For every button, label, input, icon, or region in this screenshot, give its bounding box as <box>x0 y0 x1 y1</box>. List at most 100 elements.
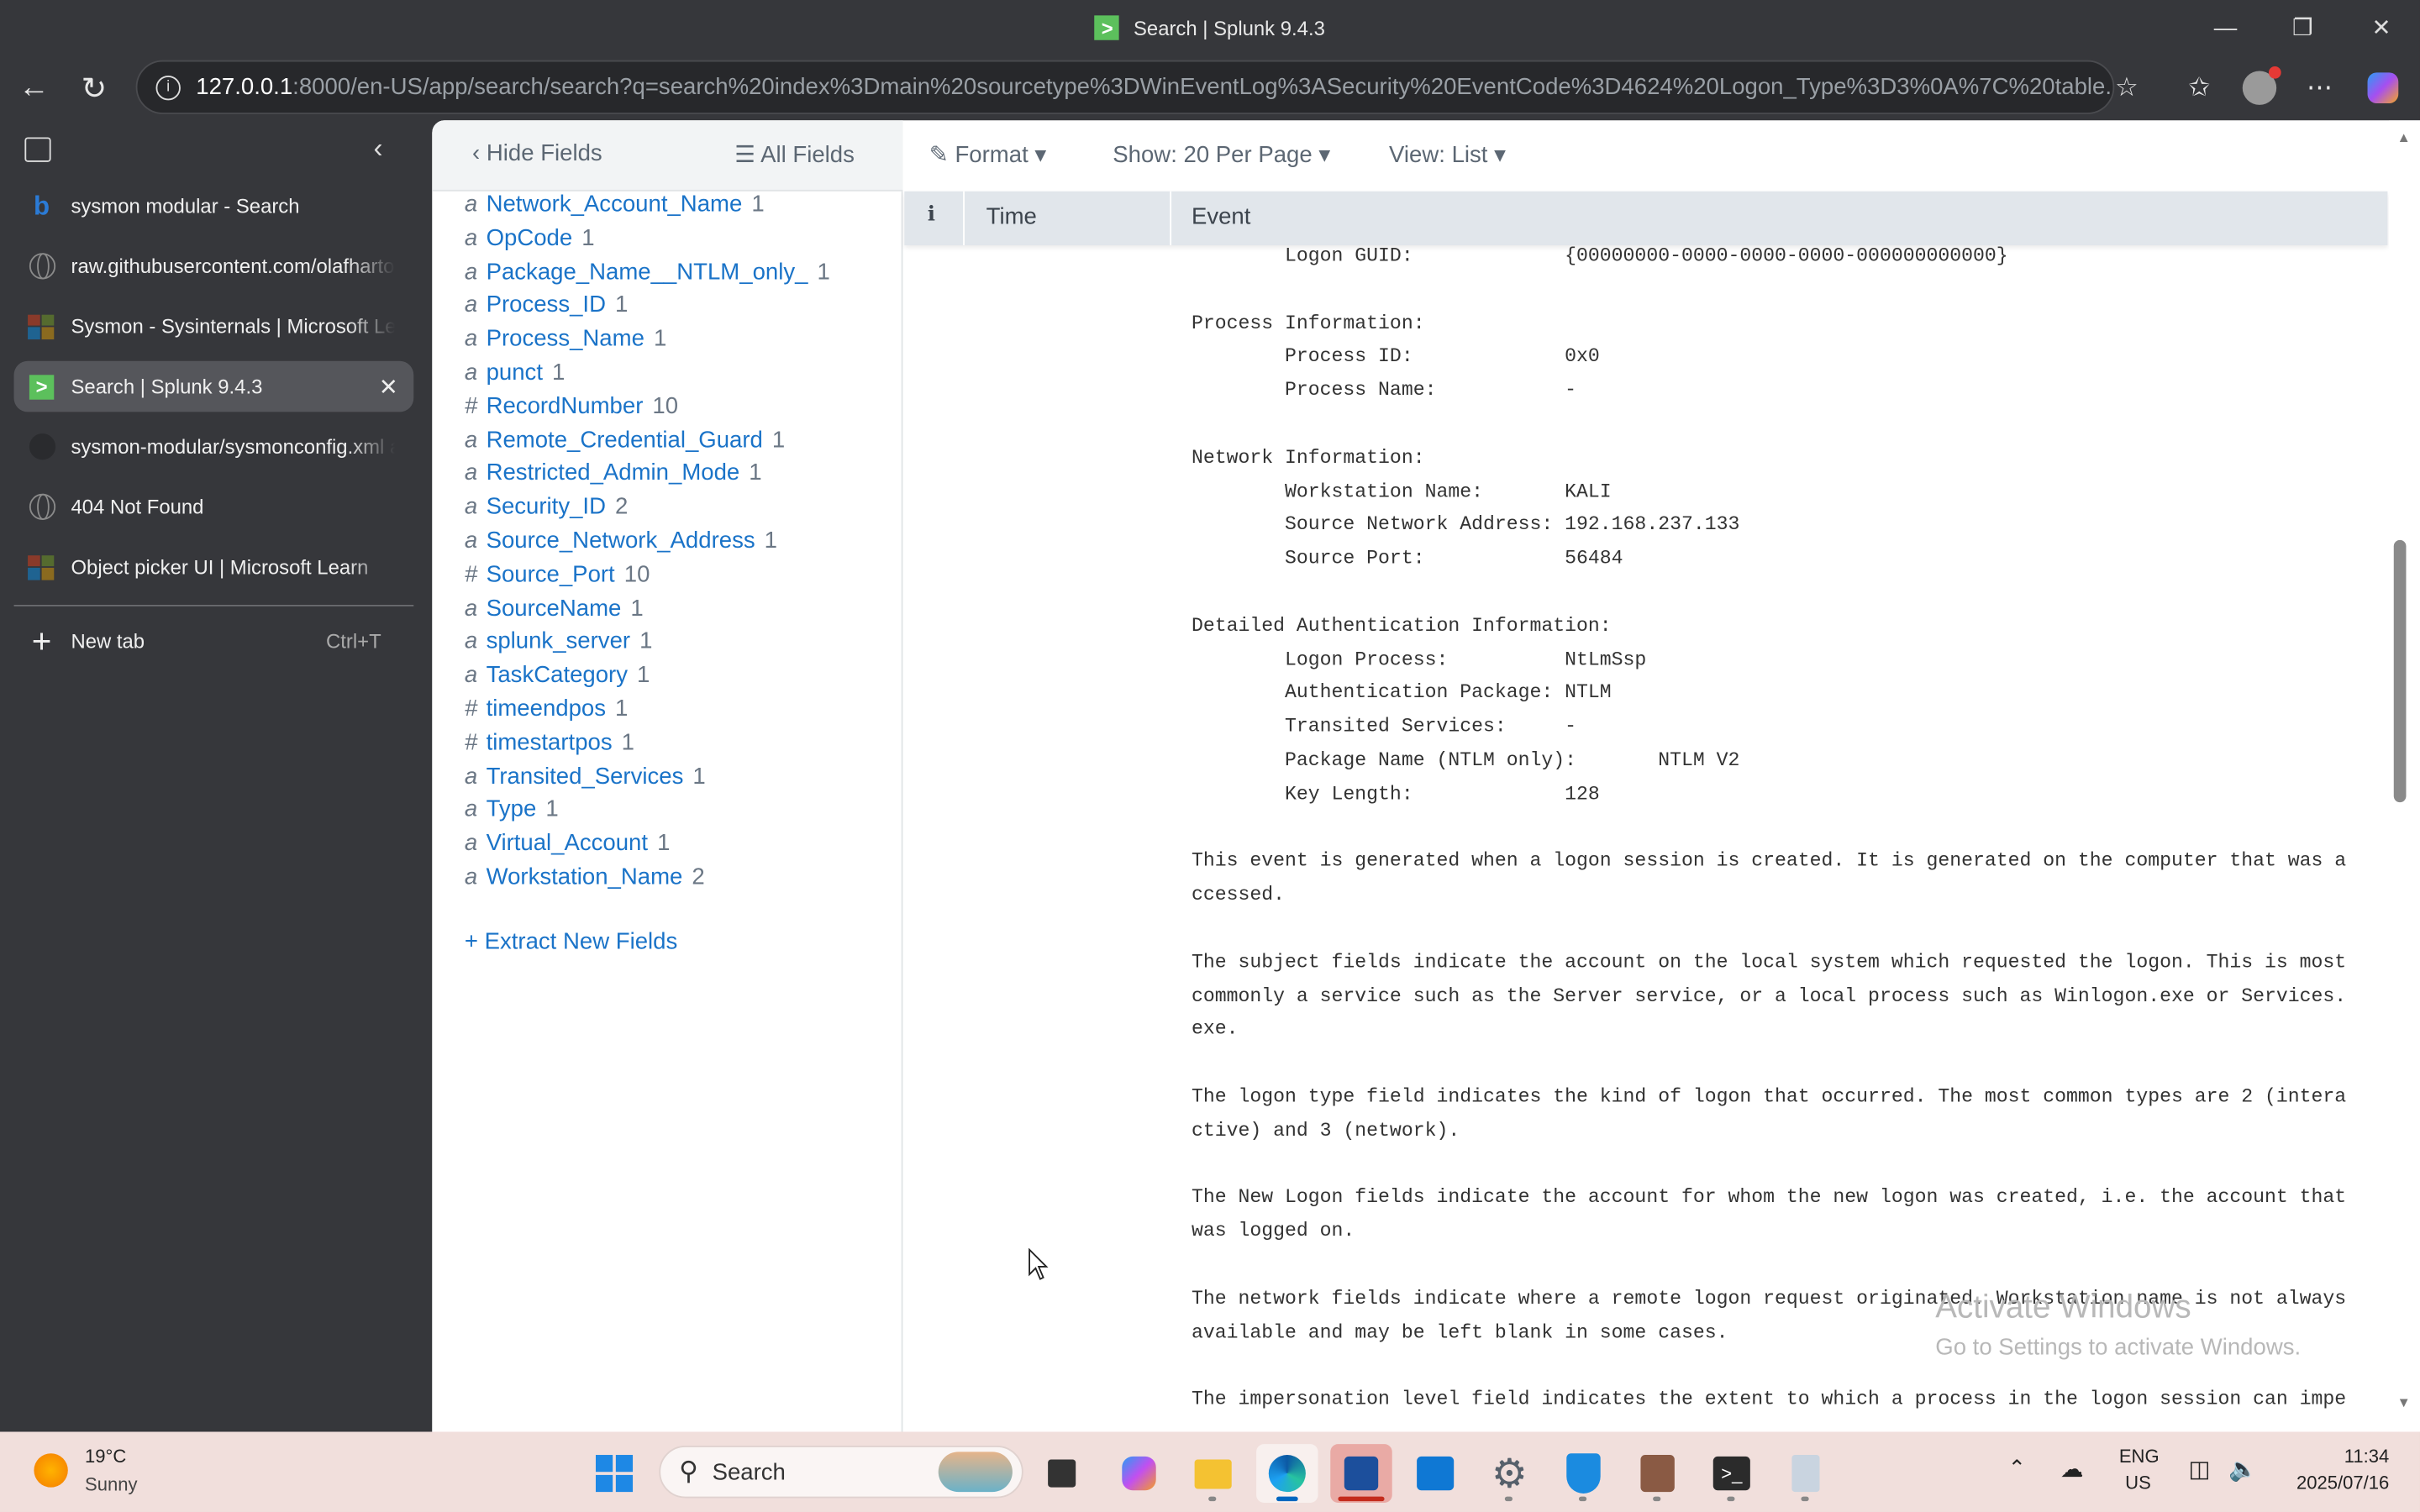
field-item[interactable]: a Source_Network_Address 1 <box>465 524 777 558</box>
favorite-star-icon[interactable]: ☆ <box>2103 65 2149 111</box>
volume-icon[interactable]: 🔈 <box>2228 1455 2257 1483</box>
field-name[interactable]: punct <box>487 360 543 386</box>
site-info-icon[interactable]: i <box>155 75 181 100</box>
time-column-header[interactable]: Time <box>986 203 1037 229</box>
field-item[interactable]: a Process_Name 1 <box>465 323 666 356</box>
start-button[interactable] <box>583 1444 644 1503</box>
tab-actions-icon[interactable] <box>24 137 51 162</box>
field-name[interactable]: RecordNumber <box>487 393 644 419</box>
new-tab-button[interactable]: + New tab Ctrl+T <box>14 616 414 667</box>
clock[interactable]: 11:34 2025/07/16 <box>2281 1446 2389 1494</box>
scrollbar-thumb[interactable] <box>2393 539 2407 803</box>
collapse-sidebar-icon[interactable]: ‹ <box>373 133 382 165</box>
store-icon[interactable] <box>1330 1444 1392 1503</box>
field-name[interactable]: Type <box>487 796 537 822</box>
field-item[interactable]: a punct 1 <box>465 356 565 390</box>
weather-desc[interactable]: Sunny <box>85 1473 138 1495</box>
field-item[interactable]: a SourceName 1 <box>465 592 644 626</box>
back-button[interactable]: ← <box>11 65 57 111</box>
field-name[interactable]: Remote_Credential_Guard <box>487 427 763 453</box>
language-indicator[interactable]: ENG US <box>2119 1446 2160 1494</box>
app-icon[interactable] <box>1775 1444 1836 1503</box>
field-item[interactable]: a Transited_Services 1 <box>465 760 706 794</box>
field-name[interactable]: timestartpos <box>487 729 613 755</box>
field-name[interactable]: TaskCategory <box>487 662 628 688</box>
more-menu-icon[interactable]: ⋯ <box>2296 65 2343 111</box>
field-name[interactable]: Transited_Services <box>487 763 684 789</box>
format-dropdown[interactable]: ✎ Format ▾ <box>929 140 1047 168</box>
event-line: Process ID: 0x0 <box>1191 346 1600 368</box>
field-item[interactable]: # timeendpos 1 <box>465 693 629 727</box>
hide-fields-button[interactable]: ‹ Hide Fields <box>472 140 602 166</box>
field-item[interactable]: a Workstation_Name 2 <box>465 861 705 895</box>
show-hidden-icons[interactable]: ⌃ <box>2008 1455 2027 1481</box>
settings-icon[interactable]: ⚙ <box>1479 1444 1540 1503</box>
weather-temp[interactable]: 19°C <box>85 1446 126 1467</box>
field-item[interactable]: # Source_Port 10 <box>465 559 650 592</box>
wireshark-app-icon[interactable] <box>1627 1444 1688 1503</box>
minimize-button[interactable]: — <box>2190 0 2260 55</box>
field-item[interactable]: a Package_Name__NTLM_only_ 1 <box>465 255 830 289</box>
copilot-app-icon[interactable] <box>1108 1444 1170 1503</box>
field-name[interactable]: Restricted_Admin_Mode <box>487 460 740 486</box>
event-raw-text: Logon GUID: {00000000-0000-0000-0000-000… <box>1192 241 2396 1418</box>
close-window-button[interactable]: ✕ <box>2346 0 2417 55</box>
outlook-icon[interactable] <box>1404 1444 1465 1503</box>
field-item[interactable]: a Security_ID 2 <box>465 491 628 524</box>
weather-sun-icon[interactable] <box>34 1453 68 1488</box>
field-name[interactable]: Network_Account_Name <box>487 192 743 218</box>
field-item[interactable]: a TaskCategory 1 <box>465 659 650 693</box>
field-name[interactable]: Workstation_Name <box>487 864 683 890</box>
onedrive-icon[interactable]: ☁ <box>2060 1455 2084 1483</box>
field-item[interactable]: a Restricted_Admin_Mode 1 <box>465 457 762 491</box>
field-item[interactable]: a Type 1 <box>465 794 559 827</box>
task-view-icon[interactable] <box>1031 1444 1092 1503</box>
copilot-icon[interactable] <box>2360 65 2406 111</box>
tab-item[interactable]: sysmon-modular/sysmonconfig.xml at maste… <box>14 421 414 472</box>
field-item[interactable]: # timestartpos 1 <box>465 727 634 760</box>
reload-button[interactable]: ↻ <box>71 65 117 111</box>
tab-item[interactable]: > Search | Splunk 9.4.3 ✕ <box>13 360 414 412</box>
field-item[interactable]: a OpCode 1 <box>465 222 595 255</box>
field-name[interactable]: OpCode <box>487 225 573 251</box>
field-item[interactable]: a Virtual_Account 1 <box>465 827 671 861</box>
terminal-icon[interactable]: >_ <box>1701 1444 1762 1503</box>
field-name[interactable]: Process_Name <box>487 326 644 352</box>
field-name[interactable]: Source_Port <box>487 561 615 587</box>
tab-item[interactable]: 404 Not Found <box>14 481 414 533</box>
file-explorer-icon[interactable] <box>1182 1444 1244 1503</box>
field-count: 1 <box>657 830 671 857</box>
view-dropdown[interactable]: View: List ▾ <box>1389 140 1506 168</box>
field-name[interactable]: Package_Name__NTLM_only_ <box>487 259 808 285</box>
extract-new-fields-link[interactable]: + Extract New Fields <box>465 929 677 955</box>
field-item[interactable]: a splunk_server 1 <box>465 626 653 659</box>
field-name[interactable]: splunk_server <box>487 628 631 654</box>
tab-item[interactable]: Object picker UI | Microsoft Learn <box>14 542 414 593</box>
defender-icon[interactable] <box>1553 1444 1614 1503</box>
edge-icon[interactable] <box>1256 1444 1318 1503</box>
field-item[interactable]: # RecordNumber 10 <box>465 390 678 423</box>
field-name[interactable]: Process_ID <box>487 292 606 318</box>
favorites-icon[interactable]: ✩ <box>2176 65 2223 111</box>
tab-item[interactable]: Sysmon - Sysinternals | Microsoft Learn <box>14 301 414 352</box>
address-bar[interactable]: i 127.0.0.1:8000/en-US/app/search/search… <box>135 60 2115 114</box>
field-item[interactable]: a Process_ID 1 <box>465 289 628 323</box>
all-fields-button[interactable]: ☰ All Fields <box>734 140 855 168</box>
field-item[interactable]: a Remote_Credential_Guard 1 <box>465 423 785 457</box>
field-type: a <box>464 460 478 487</box>
field-name[interactable]: Virtual_Account <box>487 831 648 857</box>
field-name[interactable]: Source_Network_Address <box>487 528 755 554</box>
field-item[interactable]: a Network_Account_Name 1 <box>465 188 765 222</box>
field-name[interactable]: SourceName <box>487 595 622 621</box>
field-name[interactable]: Security_ID <box>487 494 606 520</box>
field-name[interactable]: timeendpos <box>487 696 606 722</box>
profile-avatar[interactable] <box>2236 65 2282 111</box>
event-column-header[interactable]: Event <box>1192 203 1250 229</box>
tab-item[interactable]: b sysmon modular - Search <box>14 181 414 232</box>
tab-item[interactable]: raw.githubusercontent.com/olafhartong <box>14 241 414 292</box>
per-page-dropdown[interactable]: Show: 20 Per Page ▾ <box>1113 140 1330 168</box>
restore-button[interactable]: ❐ <box>2267 0 2338 55</box>
taskbar-search[interactable]: ⚲ Search <box>659 1446 1023 1499</box>
close-tab-icon[interactable]: ✕ <box>379 373 398 400</box>
network-icon[interactable]: ◫ <box>2188 1455 2210 1483</box>
